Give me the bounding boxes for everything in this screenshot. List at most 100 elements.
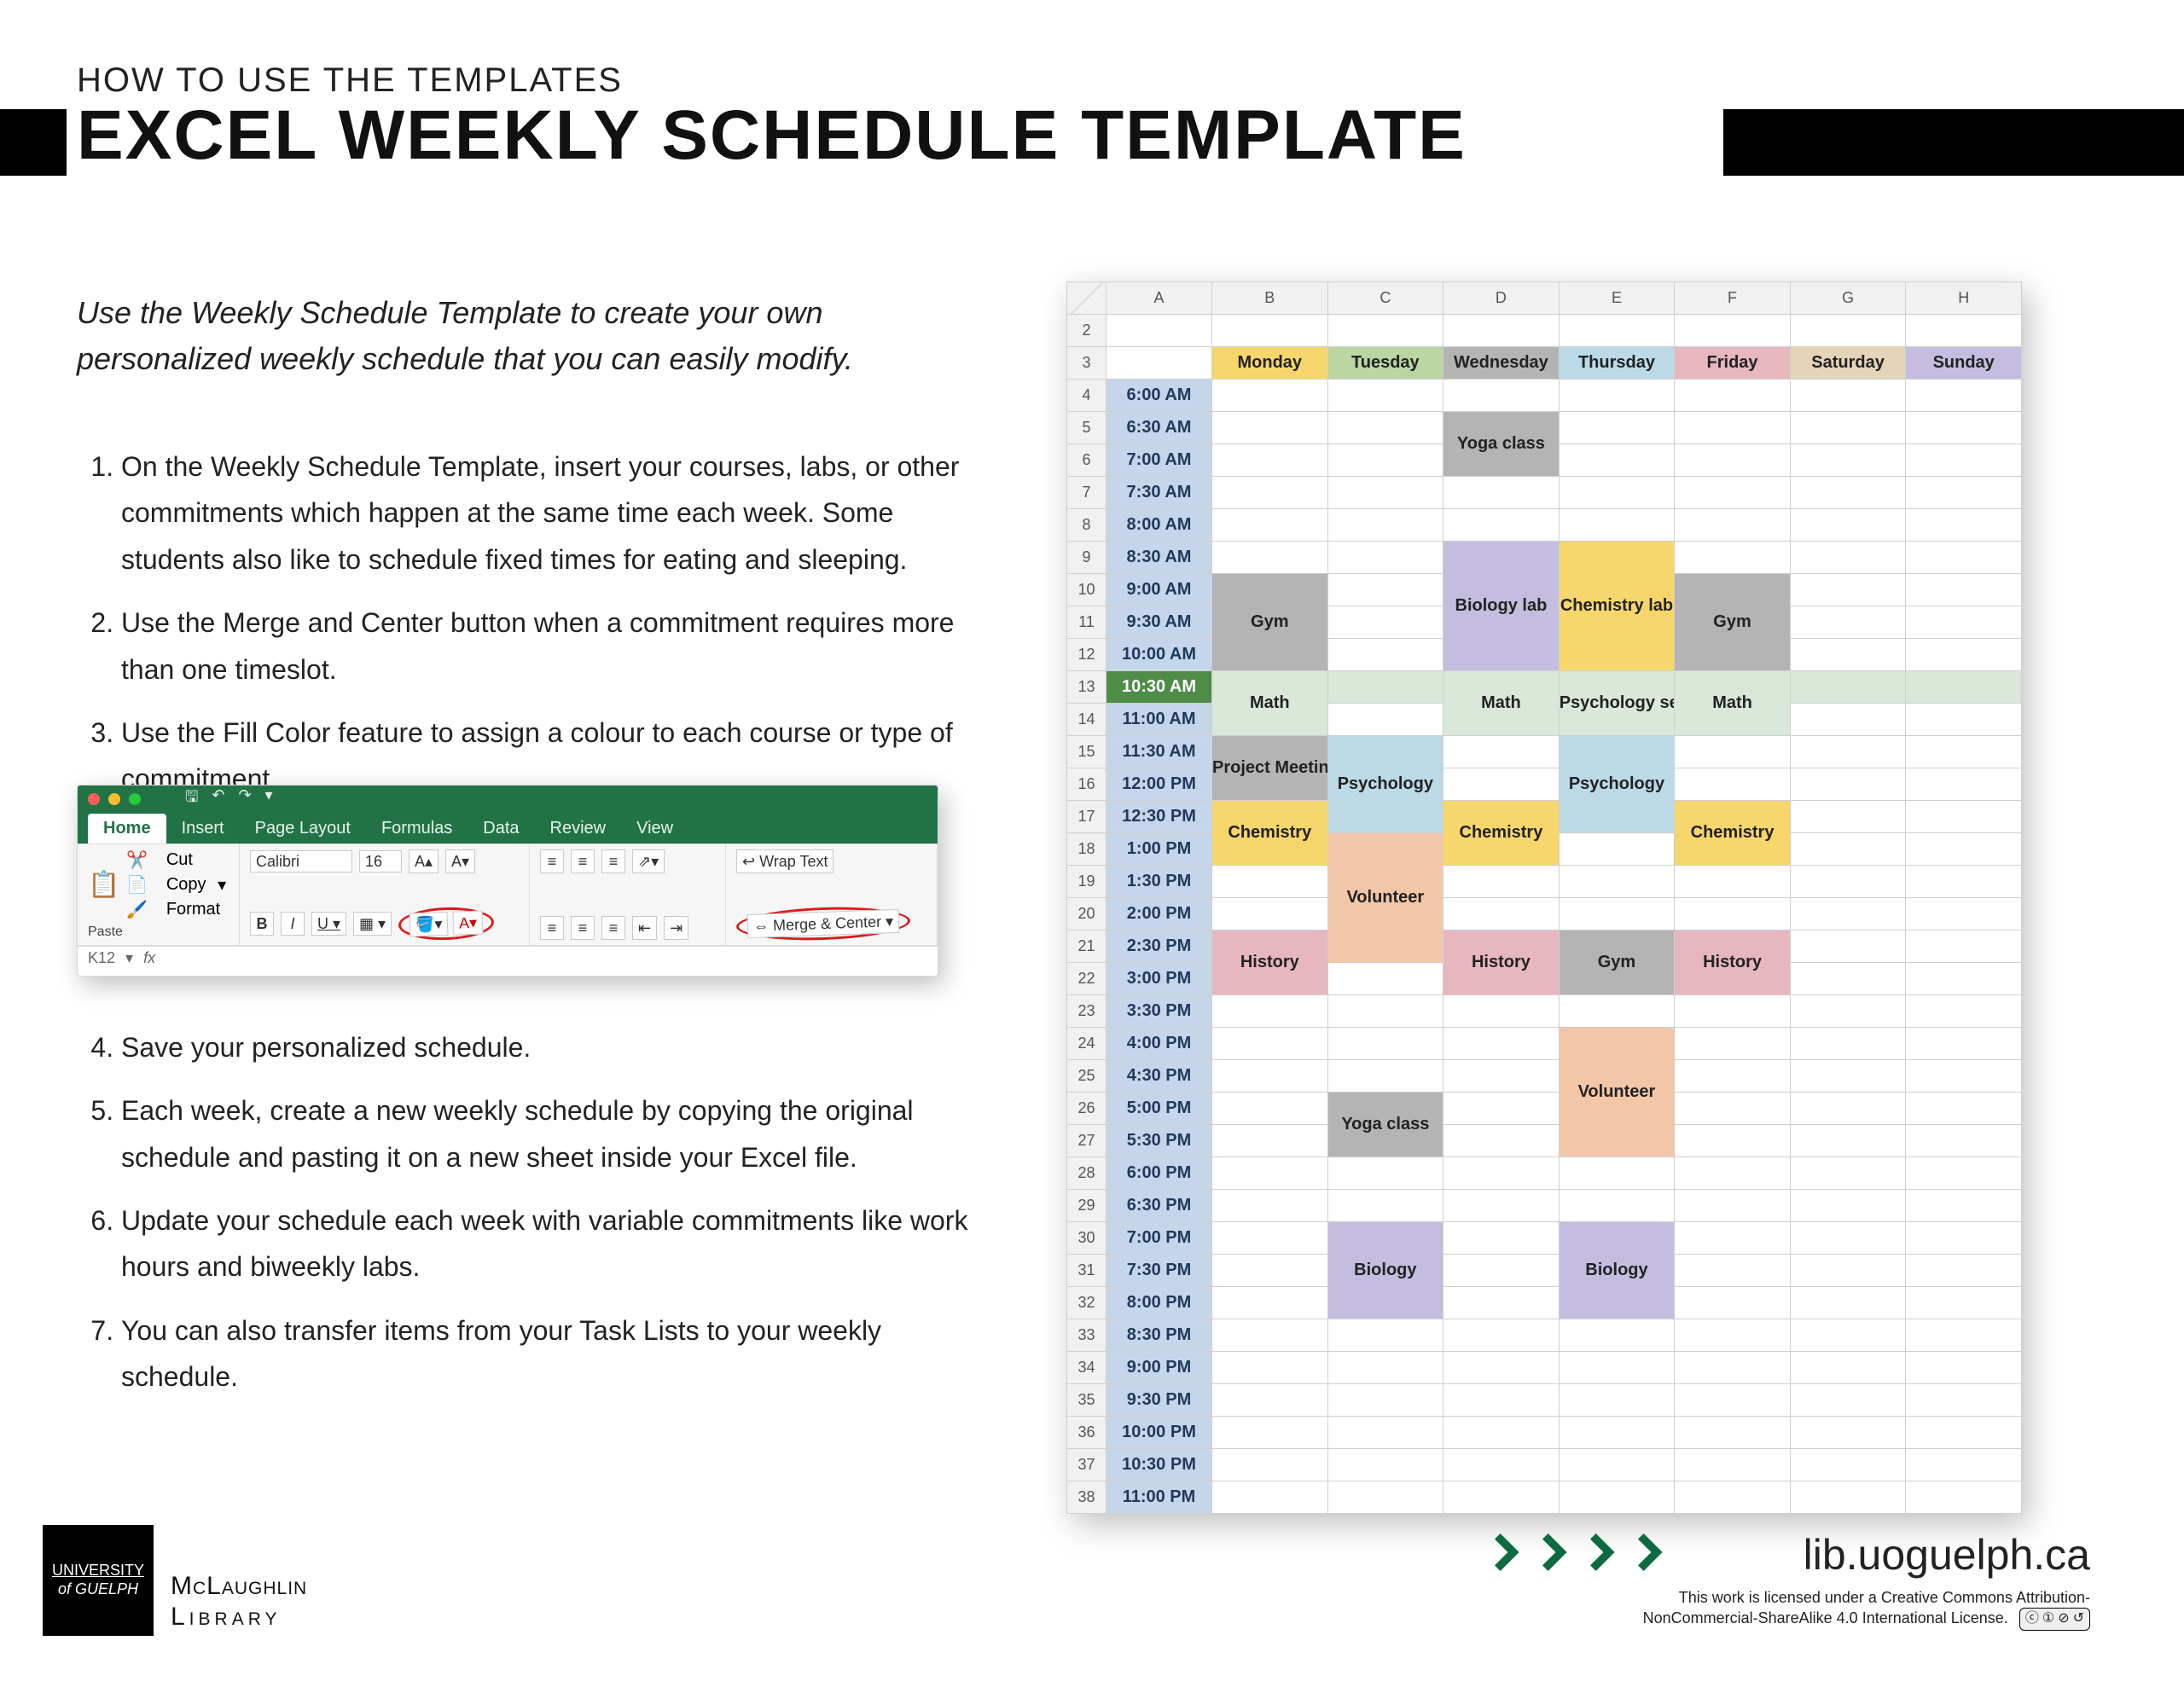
cell xyxy=(1790,1449,1906,1481)
cell xyxy=(1906,1190,2022,1222)
cell xyxy=(1212,1255,1328,1287)
day-sunday: Sunday xyxy=(1906,347,2022,380)
cell xyxy=(1906,963,2022,995)
cell xyxy=(1675,1157,1791,1190)
day-saturday: Saturday xyxy=(1790,347,1906,380)
corner-cell xyxy=(1067,282,1107,315)
cell xyxy=(1906,509,2022,542)
event-biology-lab: Biology lab xyxy=(1443,542,1560,671)
font-name-select xyxy=(250,850,352,872)
cell xyxy=(1790,477,1906,509)
footer: UNIVERSITY of GUELPH McLaughlin Library … xyxy=(0,1499,2184,1636)
wrap-label: Wrap Text xyxy=(759,853,828,871)
cell xyxy=(1443,1255,1560,1287)
day-friday: Friday xyxy=(1675,347,1791,380)
cell xyxy=(1906,930,2022,963)
row-30: 30 xyxy=(1067,1222,1107,1255)
cell xyxy=(1327,509,1443,542)
row-27: 27 xyxy=(1067,1125,1107,1157)
cell xyxy=(1327,1157,1443,1190)
column-F: F xyxy=(1675,282,1791,315)
schedule-screenshot: ABCDEFGH23MondayTuesdayWednesdayThursday… xyxy=(1066,281,2022,1514)
time-630PM: 6:30 PM xyxy=(1107,1190,1212,1222)
cell xyxy=(1906,477,2022,509)
cell xyxy=(1327,1449,1443,1481)
quick-access-toolbar: 🖫 ↶ ↷ ▾ xyxy=(185,786,273,812)
event-psychology-seminar: Psychology seminar xyxy=(1559,671,1675,736)
window-close-icon xyxy=(88,793,100,805)
step-5: Each week, create a new weekly schedule … xyxy=(121,1087,981,1180)
university-logo: UNIVERSITY of GUELPH xyxy=(43,1525,154,1636)
row-17: 17 xyxy=(1067,801,1107,833)
event-gym: Gym xyxy=(1675,574,1791,671)
cell xyxy=(1327,1060,1443,1093)
cell xyxy=(1559,315,1675,347)
cell xyxy=(1906,898,2022,930)
cell xyxy=(1443,1060,1560,1093)
cell xyxy=(1212,1190,1328,1222)
cell xyxy=(1212,1352,1328,1384)
row-7: 7 xyxy=(1067,477,1107,509)
cell xyxy=(1327,315,1443,347)
cell xyxy=(1443,1417,1560,1449)
row-19: 19 xyxy=(1067,866,1107,898)
cell xyxy=(1675,768,1791,801)
cell xyxy=(1327,1384,1443,1417)
cell xyxy=(1906,704,2022,736)
cell xyxy=(1675,1060,1791,1093)
cell xyxy=(1559,1449,1675,1481)
cell xyxy=(1107,315,1212,347)
time-300PM: 3:00 PM xyxy=(1107,963,1212,995)
cell xyxy=(1675,1028,1791,1060)
time-830PM: 8:30 PM xyxy=(1107,1319,1212,1352)
cell xyxy=(1327,574,1443,606)
cell xyxy=(1675,1190,1791,1222)
library-name: McLaughlin Library xyxy=(171,1571,307,1632)
row-31: 31 xyxy=(1067,1255,1107,1287)
row-24: 24 xyxy=(1067,1028,1107,1060)
cell xyxy=(1790,1190,1906,1222)
cell xyxy=(1327,639,1443,671)
schedule-grid: ABCDEFGH23MondayTuesdayWednesdayThursday… xyxy=(1066,281,2022,1514)
cell xyxy=(1790,412,1906,444)
cell xyxy=(1906,1352,2022,1384)
event-math: Math xyxy=(1212,671,1328,736)
cell xyxy=(1790,639,1906,671)
window-min-icon xyxy=(108,793,120,805)
cell xyxy=(1107,347,1212,380)
cell xyxy=(1675,315,1791,347)
row-23: 23 xyxy=(1067,995,1107,1028)
cell xyxy=(1443,315,1560,347)
cell xyxy=(1559,1352,1675,1384)
cell xyxy=(1559,1157,1675,1190)
event-gym: Gym xyxy=(1212,574,1328,671)
cell xyxy=(1212,1093,1328,1125)
cell xyxy=(1790,542,1906,574)
library-bot: Library xyxy=(171,1602,307,1632)
cell xyxy=(1559,1417,1675,1449)
row-26: 26 xyxy=(1067,1093,1107,1125)
align-left-icon: ≡ xyxy=(540,916,564,940)
row-35: 35 xyxy=(1067,1384,1107,1417)
header-bar-right xyxy=(1723,109,2184,176)
header-bar-left xyxy=(0,109,67,176)
cell xyxy=(1559,1319,1675,1352)
cell xyxy=(1906,768,2022,801)
cell xyxy=(1906,1157,2022,1190)
row-32: 32 xyxy=(1067,1287,1107,1319)
cell xyxy=(1443,768,1560,801)
cell xyxy=(1675,1417,1791,1449)
cell xyxy=(1675,736,1791,768)
cut-icon: ✂️ xyxy=(126,849,148,871)
cell xyxy=(1790,1028,1906,1060)
align-center-icon: ≡ xyxy=(571,916,595,940)
align-bottom-icon: ≡ xyxy=(601,849,625,873)
time-500PM: 5:00 PM xyxy=(1107,1093,1212,1125)
time-1000PM: 10:00 PM xyxy=(1107,1417,1212,1449)
row-3: 3 xyxy=(1067,347,1107,380)
column-B: B xyxy=(1212,282,1328,315)
cell xyxy=(1906,671,2022,704)
font-size-select xyxy=(359,850,402,872)
cut-label: Cut xyxy=(166,850,193,870)
underline-button: U ▾ xyxy=(311,912,346,936)
